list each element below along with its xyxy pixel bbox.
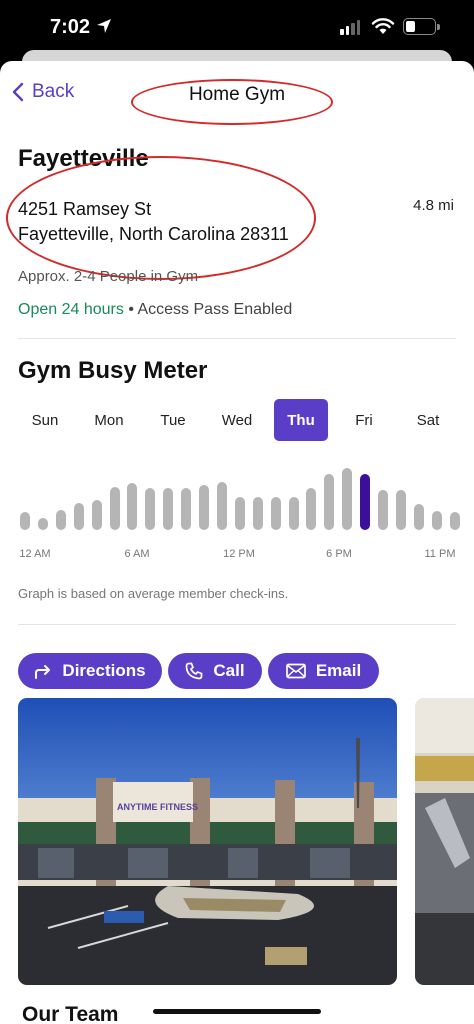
busy-bar bbox=[324, 474, 335, 530]
divider bbox=[18, 624, 456, 625]
battery-icon bbox=[403, 18, 436, 35]
busy-bar-current bbox=[360, 474, 371, 530]
cellular-signal-icon bbox=[340, 20, 360, 35]
busy-bar bbox=[181, 487, 192, 530]
day-tab-mon[interactable]: Mon bbox=[82, 399, 136, 441]
home-indicator[interactable] bbox=[153, 1009, 321, 1014]
email-button[interactable]: Email bbox=[268, 653, 379, 689]
busy-bar bbox=[37, 518, 48, 530]
time-label-11pm: 11 PM bbox=[424, 548, 456, 560]
busy-bar bbox=[55, 509, 66, 530]
busy-bar bbox=[127, 483, 138, 530]
day-tab-thu[interactable]: Thu bbox=[274, 399, 328, 441]
busy-bar bbox=[145, 488, 156, 530]
busy-bar bbox=[73, 503, 84, 530]
address-line-2: Fayetteville, North Carolina 28311 bbox=[18, 224, 289, 244]
gym-distance: 4.8 mi bbox=[413, 197, 454, 214]
day-tab-wed[interactable]: Wed bbox=[210, 399, 264, 441]
busy-bar bbox=[413, 503, 424, 530]
separator-dot: • bbox=[128, 301, 134, 318]
busy-meter-title: Gym Busy Meter bbox=[18, 357, 208, 384]
page-title: Home Gym bbox=[188, 84, 286, 105]
time-label-12pm: 12 PM bbox=[223, 548, 255, 560]
time-label-6am: 6 AM bbox=[124, 548, 150, 560]
gym-address[interactable]: 4251 Ramsey St Fayetteville, North Carol… bbox=[18, 197, 289, 247]
interior-image bbox=[415, 698, 474, 985]
busy-bar bbox=[270, 497, 281, 530]
busy-bar bbox=[216, 482, 227, 530]
busy-bar bbox=[431, 511, 442, 530]
graph-note: Graph is based on average member check-i… bbox=[18, 586, 289, 601]
busy-bar bbox=[199, 484, 209, 530]
hours-line: Open 24 hours • Access Pass Enabled bbox=[18, 301, 292, 319]
busy-bar bbox=[234, 497, 245, 530]
busy-bar bbox=[342, 467, 353, 530]
gym-detail-sheet: Back Home Gym Fayetteville 4251 Ramsey S… bbox=[0, 61, 474, 1024]
directions-arrow-icon bbox=[35, 665, 51, 679]
busy-bar bbox=[378, 489, 388, 530]
busy-meter-chart bbox=[0, 456, 474, 536]
call-button[interactable]: Call bbox=[168, 653, 262, 689]
busy-bar bbox=[306, 487, 317, 530]
gym-name: Fayetteville bbox=[18, 145, 149, 172]
wifi-icon bbox=[371, 18, 395, 34]
gym-photo-interior[interactable] bbox=[415, 698, 474, 985]
busy-bar bbox=[395, 489, 406, 530]
time-label-6pm: 6 PM bbox=[326, 548, 352, 560]
status-time: 7:02 bbox=[50, 16, 91, 38]
storefront-sign: ANYTIME FITNESS bbox=[117, 802, 198, 812]
day-tab-sat[interactable]: Sat bbox=[401, 399, 455, 441]
access-pass-status: Access Pass Enabled bbox=[137, 301, 293, 318]
day-tab-fri[interactable]: Fri bbox=[337, 399, 391, 441]
battery-cap bbox=[437, 24, 440, 30]
day-tab-tue[interactable]: Tue bbox=[146, 399, 200, 441]
busy-bar bbox=[91, 499, 102, 530]
our-team-title: Our Team bbox=[22, 1003, 119, 1024]
call-label: Call bbox=[213, 661, 245, 680]
phone-icon bbox=[186, 662, 203, 680]
day-tab-sun[interactable]: Sun bbox=[18, 399, 72, 441]
busy-bar bbox=[20, 512, 30, 530]
time-label-12am: 12 AM bbox=[19, 548, 51, 560]
gym-photo-storefront[interactable]: ANYTIME FITNESS bbox=[18, 698, 397, 985]
busy-bar bbox=[449, 512, 460, 530]
busy-bar bbox=[252, 497, 263, 530]
directions-label: Directions bbox=[62, 661, 146, 680]
hours-status: Open 24 hours bbox=[18, 301, 124, 318]
envelope-icon bbox=[285, 663, 306, 679]
location-arrow-icon bbox=[97, 19, 111, 33]
busy-bar bbox=[288, 497, 299, 530]
busy-bar bbox=[163, 488, 174, 530]
occupancy-estimate: Approx. 2-4 People in Gym bbox=[18, 268, 199, 285]
address-line-1: 4251 Ramsey St bbox=[18, 199, 152, 219]
busy-bar bbox=[109, 487, 120, 530]
directions-button[interactable]: Directions bbox=[18, 653, 162, 689]
email-label: Email bbox=[315, 661, 362, 680]
divider bbox=[18, 338, 456, 339]
storefront-image: ANYTIME FITNESS bbox=[18, 698, 397, 985]
